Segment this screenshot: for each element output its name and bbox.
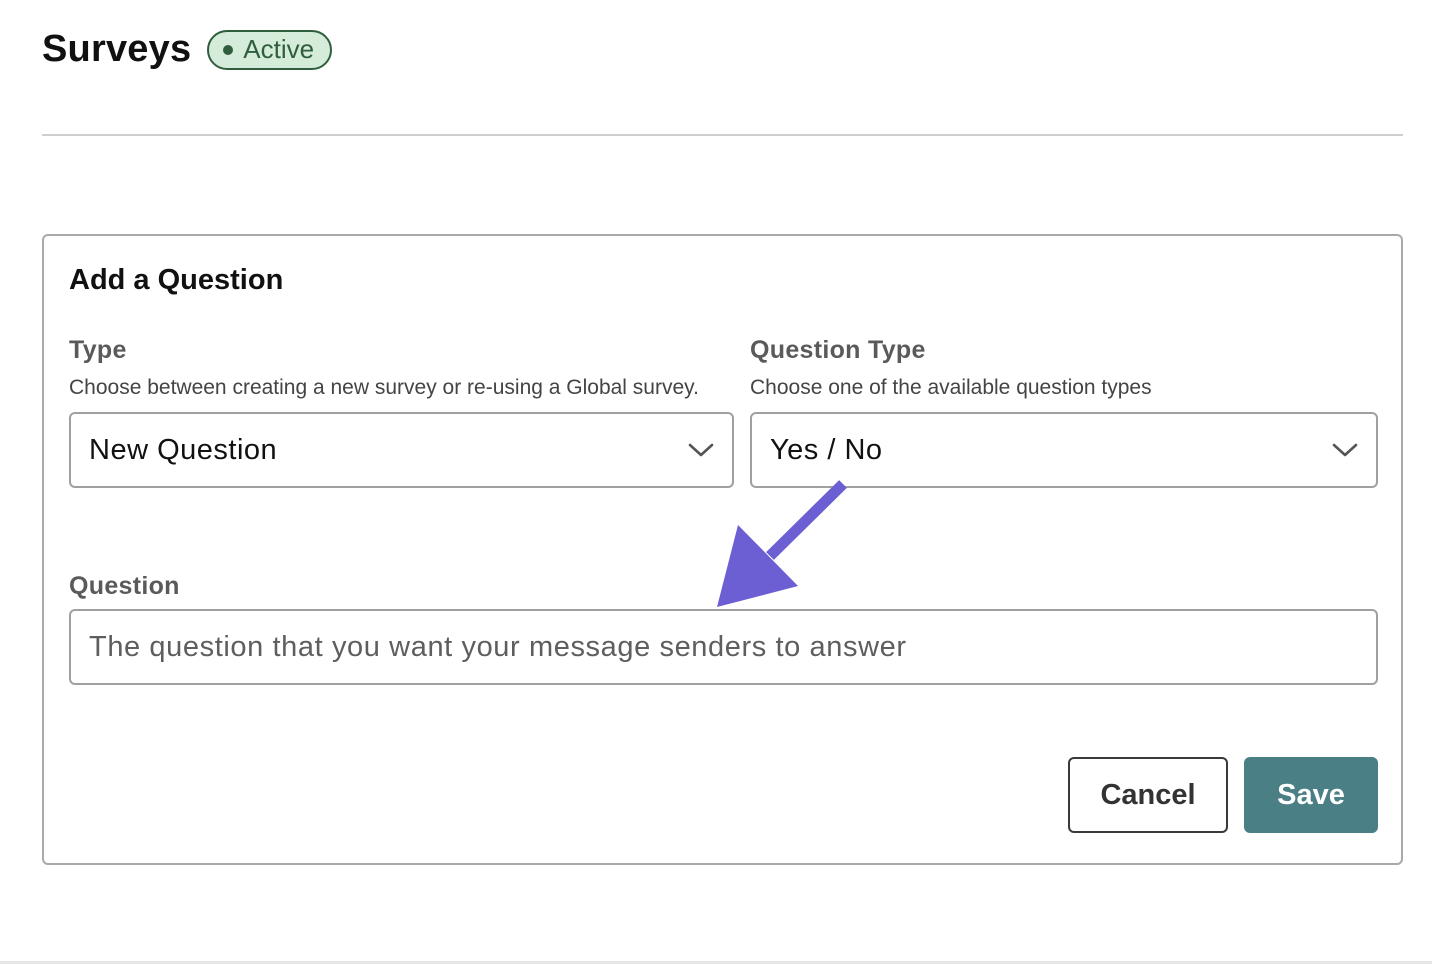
- chevron-down-icon: [688, 443, 714, 457]
- type-select[interactable]: New Question: [69, 412, 734, 488]
- header-divider: [42, 134, 1403, 136]
- question-type-select-value: Yes / No: [770, 433, 883, 466]
- page-title: Surveys: [42, 28, 192, 70]
- card-title: Add a Question: [69, 264, 284, 296]
- chevron-down-icon: [1332, 443, 1358, 457]
- question-type-label: Question Type: [750, 336, 926, 364]
- status-dot-icon: [223, 44, 234, 55]
- question-type-select[interactable]: Yes / No: [750, 412, 1378, 488]
- type-label: Type: [69, 336, 127, 364]
- question-type-help-text: Choose one of the available question typ…: [750, 376, 1152, 399]
- type-help-text: Choose between creating a new survey or …: [69, 376, 699, 399]
- type-select-value: New Question: [89, 433, 278, 466]
- question-input[interactable]: [69, 609, 1378, 685]
- page-header: Surveys Active: [42, 28, 333, 71]
- status-badge-label: Active: [243, 34, 315, 64]
- cancel-button[interactable]: Cancel: [1068, 757, 1228, 833]
- add-question-card: Add a Question Type Choose between creat…: [42, 234, 1403, 865]
- save-button[interactable]: Save: [1244, 757, 1378, 833]
- survey-editor-page: Surveys Active Add a Question Type Choos…: [0, 0, 1432, 964]
- question-label: Question: [69, 572, 180, 600]
- status-badge: Active: [207, 29, 333, 70]
